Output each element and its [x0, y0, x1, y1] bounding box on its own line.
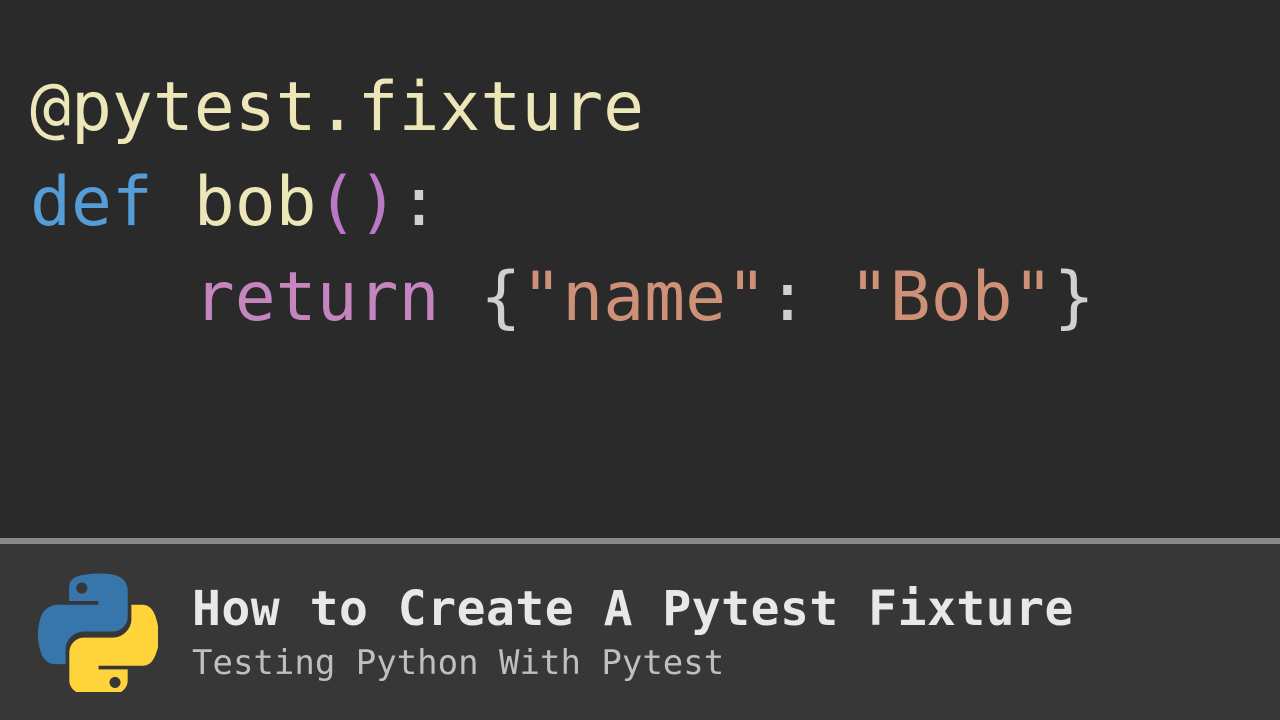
code-rbrace: }: [1054, 258, 1095, 337]
footer: How to Create A Pytest Fixture Testing P…: [0, 544, 1280, 720]
code-string-value: "Bob": [849, 258, 1054, 337]
code-colon: :: [399, 163, 440, 242]
code-snippet: @pytest.fixture def bob(): return {"name…: [0, 0, 1280, 538]
code-keyword-return: return: [194, 258, 440, 337]
code-dict-colon: :: [767, 258, 808, 337]
code-function-name: bob: [194, 163, 317, 242]
slide-container: @pytest.fixture def bob(): return {"name…: [0, 0, 1280, 720]
code-indent: [30, 258, 194, 337]
slide-title: How to Create A Pytest Fixture: [192, 581, 1074, 637]
code-decorator: @pytest.fixture: [30, 68, 644, 147]
code-space: [808, 258, 849, 337]
code-keyword-def: def: [30, 163, 153, 242]
code-space: [439, 258, 480, 337]
slide-subtitle: Testing Python With Pytest: [192, 643, 1074, 683]
python-logo-icon: [38, 572, 158, 692]
code-lbrace: {: [480, 258, 521, 337]
code-lparen: (: [317, 163, 358, 242]
code-space: [153, 163, 194, 242]
code-rparen: ): [358, 163, 399, 242]
code-string-key: "name": [521, 258, 767, 337]
footer-text-block: How to Create A Pytest Fixture Testing P…: [192, 581, 1074, 683]
